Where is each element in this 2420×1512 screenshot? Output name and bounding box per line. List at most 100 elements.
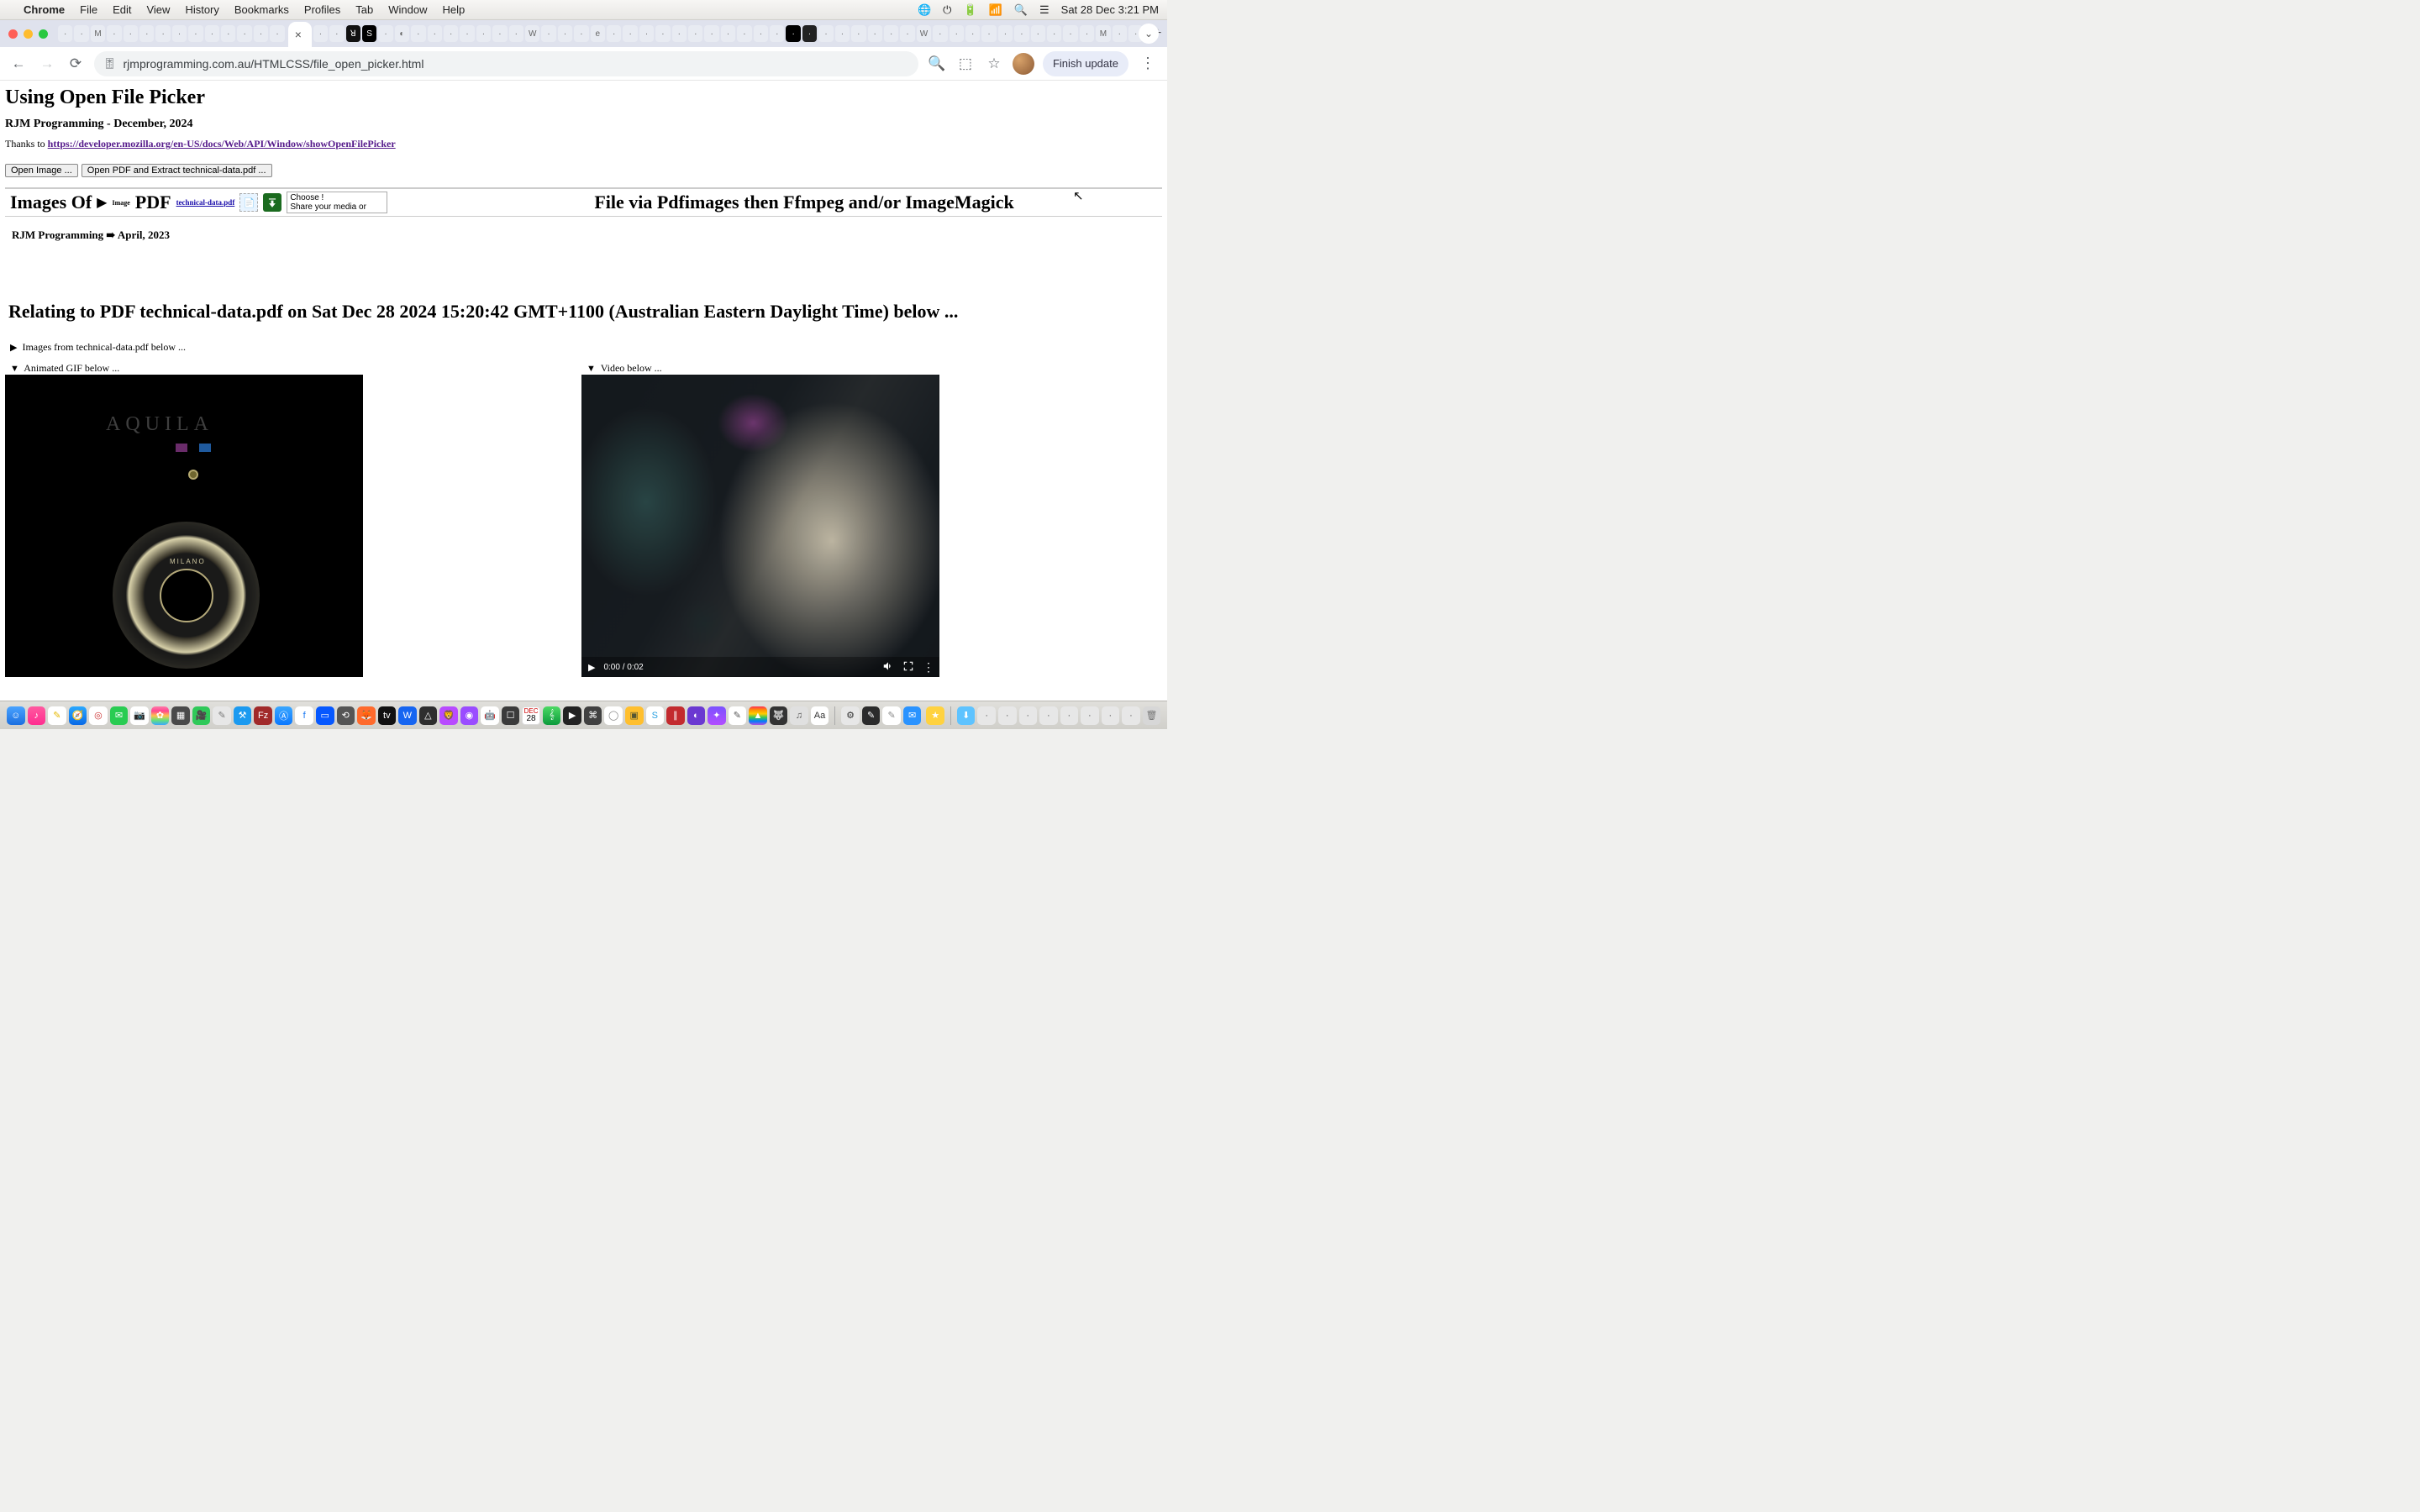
background-tab[interactable]: · bbox=[639, 25, 654, 42]
background-tab[interactable]: · bbox=[1047, 25, 1061, 42]
pinned-tab[interactable]: · bbox=[139, 25, 154, 42]
word-icon[interactable]: W bbox=[398, 706, 417, 725]
background-tab[interactable]: · bbox=[476, 25, 491, 42]
window-zoom-button[interactable] bbox=[39, 29, 48, 39]
forward-button[interactable]: → bbox=[37, 54, 57, 74]
pinned-tab[interactable]: · bbox=[270, 25, 284, 42]
background-tab[interactable]: · bbox=[786, 25, 800, 42]
pinned-tab[interactable]: · bbox=[254, 25, 268, 42]
menu-bookmarks[interactable]: Bookmarks bbox=[234, 3, 289, 16]
reload-button[interactable]: ⟳ bbox=[66, 54, 86, 74]
spotlight-icon[interactable]: 🔍 bbox=[1014, 3, 1028, 17]
filezilla-icon[interactable]: Fz bbox=[254, 706, 272, 725]
playback-icon[interactable]: ⏻ bbox=[943, 3, 951, 17]
pinned-tab[interactable]: · bbox=[155, 25, 170, 42]
background-tab[interactable]: · bbox=[672, 25, 687, 42]
xcode-icon[interactable]: ⚒ bbox=[234, 706, 252, 725]
doc-thumb-icon[interactable]: · bbox=[977, 706, 996, 725]
background-tab[interactable]: · bbox=[835, 25, 850, 42]
background-tab[interactable]: · bbox=[378, 25, 392, 42]
details-images[interactable]: ▶ Images from technical-data.pdf below .… bbox=[10, 341, 1162, 354]
vlc-icon[interactable]: △ bbox=[419, 706, 438, 725]
window-minimize-button[interactable] bbox=[24, 29, 33, 39]
terminal-icon[interactable]: ▶ bbox=[563, 706, 581, 725]
video-more-button[interactable]: ⋮ bbox=[923, 660, 933, 675]
menu-window[interactable]: Window bbox=[388, 3, 427, 16]
podcasts-icon[interactable]: ◉ bbox=[460, 706, 479, 725]
site-tune-icon[interactable]: 🎚 bbox=[103, 57, 117, 71]
background-tab[interactable]: · bbox=[1031, 25, 1045, 42]
play-icon[interactable]: ▶ bbox=[97, 194, 107, 211]
xcode-sim-icon[interactable]: ☐ bbox=[502, 706, 520, 725]
menu-tab[interactable]: Tab bbox=[355, 3, 373, 16]
doc-thumb-icon[interactable]: · bbox=[1122, 706, 1140, 725]
active-tab[interactable]: × bbox=[288, 22, 312, 47]
background-tab[interactable]: · bbox=[900, 25, 914, 42]
background-tab[interactable]: · bbox=[802, 25, 817, 42]
background-tab[interactable]: ꓤ bbox=[346, 25, 360, 42]
background-tab[interactable]: · bbox=[851, 25, 865, 42]
close-tab-icon[interactable]: × bbox=[295, 28, 302, 41]
control-center-icon[interactable]: ☰ bbox=[1039, 3, 1050, 17]
doc-thumb-icon[interactable]: · bbox=[998, 706, 1017, 725]
background-tab[interactable]: · bbox=[704, 25, 718, 42]
menu-edit[interactable]: Edit bbox=[113, 3, 131, 16]
brave-icon[interactable]: 🦁 bbox=[439, 706, 458, 725]
doc-thumb-icon[interactable]: · bbox=[1102, 706, 1120, 725]
tv-icon[interactable]: tv bbox=[378, 706, 397, 725]
menubar-clock[interactable]: Sat 28 Dec 3:21 PM bbox=[1061, 3, 1159, 16]
video-play-button[interactable]: ▶ bbox=[588, 662, 595, 673]
background-tab[interactable]: · bbox=[688, 25, 702, 42]
doc-thumb-icon[interactable]: · bbox=[1081, 706, 1099, 725]
pinned-tab[interactable]: · bbox=[237, 25, 251, 42]
background-tab[interactable]: · bbox=[541, 25, 555, 42]
background-tab[interactable]: · bbox=[1113, 25, 1127, 42]
details-gif[interactable]: ▼ Animated GIF below ... bbox=[10, 362, 363, 375]
pinned-tab[interactable]: · bbox=[107, 25, 121, 42]
trash-icon[interactable]: 🗑 bbox=[1143, 706, 1161, 725]
menu-view[interactable]: View bbox=[146, 3, 170, 16]
app-name[interactable]: Chrome bbox=[24, 3, 65, 16]
profile-avatar[interactable] bbox=[1013, 53, 1034, 75]
background-tab[interactable]: · bbox=[313, 25, 328, 42]
background-tab[interactable]: · bbox=[754, 25, 768, 42]
photos-icon[interactable]: ✿ bbox=[151, 706, 170, 725]
menu-history[interactable]: History bbox=[185, 3, 218, 16]
zoom-icon[interactable]: 🔍 bbox=[927, 54, 947, 74]
downloads-folder-icon[interactable]: ⬇ bbox=[957, 706, 976, 725]
background-tab[interactable]: · bbox=[558, 25, 572, 42]
pinned-tab[interactable]: · bbox=[188, 25, 203, 42]
chrome-icon[interactable]: ◯ bbox=[604, 706, 623, 725]
calculator-icon[interactable]: ⌘ bbox=[584, 706, 602, 725]
background-tab[interactable]: · bbox=[329, 25, 344, 42]
music-icon[interactable]: ♪ bbox=[28, 706, 46, 725]
document-icon[interactable]: 📄 bbox=[239, 193, 258, 212]
mdn-link[interactable]: https://developer.mozilla.org/en-US/docs… bbox=[48, 138, 396, 150]
messages-icon[interactable]: ✉ bbox=[110, 706, 129, 725]
pinned-tab[interactable]: · bbox=[74, 25, 88, 42]
background-tab[interactable]: W bbox=[917, 25, 931, 42]
automator-icon[interactable]: 🤖 bbox=[481, 706, 499, 725]
finder-icon[interactable]: ☺ bbox=[7, 706, 25, 725]
pages-icon[interactable]: ✎ bbox=[882, 706, 901, 725]
menu-help[interactable]: Help bbox=[443, 3, 466, 16]
background-tab[interactable]: · bbox=[460, 25, 474, 42]
video-mute-button[interactable] bbox=[882, 660, 894, 675]
gimp-icon[interactable]: 🐺 bbox=[770, 706, 788, 725]
textedit-icon[interactable]: ✎ bbox=[213, 706, 231, 725]
iina-icon[interactable]: ▣ bbox=[625, 706, 644, 725]
background-tab[interactable]: · bbox=[981, 25, 996, 42]
background-tab[interactable]: · bbox=[411, 25, 425, 42]
launchpad-icon[interactable]: ▦ bbox=[171, 706, 190, 725]
open-image-button[interactable]: Open Image ... bbox=[5, 164, 78, 177]
download-icon[interactable] bbox=[263, 193, 281, 212]
background-tab[interactable]: · bbox=[770, 25, 784, 42]
shortcuts-icon[interactable]: ⟲ bbox=[337, 706, 355, 725]
video-fullscreen-button[interactable] bbox=[902, 660, 914, 675]
menu-file[interactable]: File bbox=[80, 3, 97, 16]
swift-icon[interactable]: ◎ bbox=[89, 706, 108, 725]
menu-profiles[interactable]: Profiles bbox=[304, 3, 340, 16]
appstore-icon[interactable]: Ⓐ bbox=[275, 706, 293, 725]
calendar-icon[interactable]: DEC 28 bbox=[522, 706, 540, 725]
font-icon[interactable]: Aa bbox=[811, 706, 829, 725]
